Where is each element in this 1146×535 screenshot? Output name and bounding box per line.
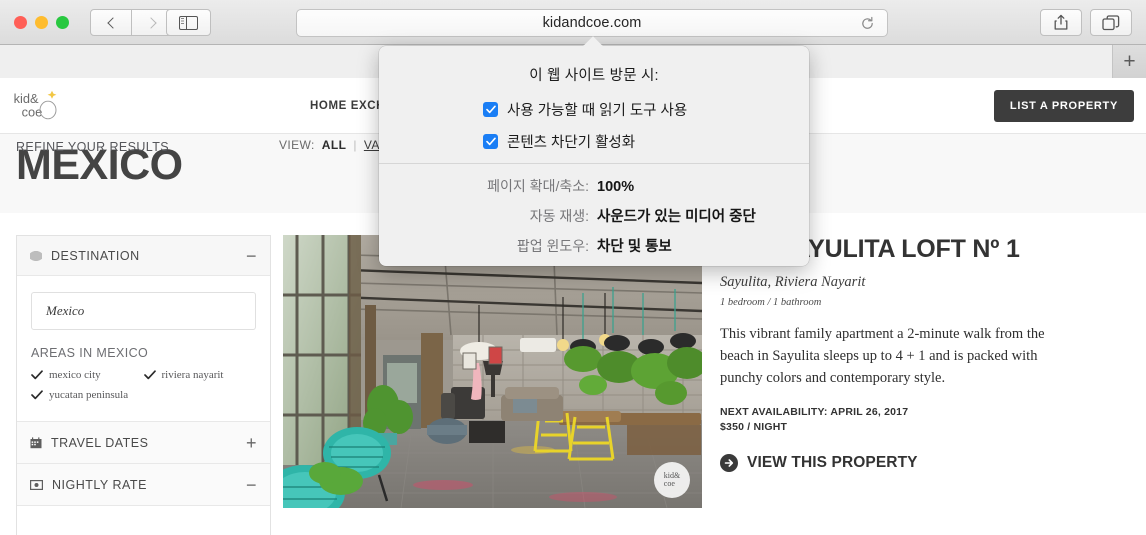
maximize-window-button[interactable] — [56, 16, 69, 29]
chevron-right-icon — [145, 16, 157, 29]
kidandcoe-logo[interactable]: kid& coe — [12, 87, 68, 125]
areas-checkbox-group: mexico city riviera nayarit yucatan peni… — [31, 369, 256, 409]
popover-checkbox-content-blockers[interactable]: 콘텐츠 차단기 활성화 — [483, 131, 809, 152]
address-bar[interactable]: kidandcoe.com — [296, 9, 888, 37]
calendar-icon — [30, 436, 42, 449]
area-label: riviera nayarit — [161, 369, 224, 381]
navigation-buttons — [90, 9, 174, 36]
areas-label: AREAS IN MEXICO — [31, 346, 149, 360]
popover-checkbox-reader[interactable]: 사용 가능할 때 읽기 도구 사용 — [483, 99, 809, 120]
check-icon — [31, 370, 43, 380]
popover-arrow — [582, 36, 606, 47]
filters-panel: DESTINATION − Mexico AREAS IN MEXICO mex… — [16, 235, 271, 535]
loft-interior-photo — [283, 235, 702, 508]
popover-checkbox-label: 사용 가능할 때 읽기 도구 사용 — [507, 103, 688, 119]
area-label: mexico city — [49, 369, 101, 381]
share-button[interactable] — [1040, 9, 1082, 36]
listing-rooms: 1 bedroom / 1 bathroom — [720, 297, 822, 308]
share-icon — [1054, 14, 1068, 30]
show-tabs-button[interactable] — [1090, 9, 1132, 36]
destination-search-input[interactable]: Mexico — [31, 292, 256, 330]
setting-label: 자동 재생: — [529, 208, 589, 224]
view-separator: | — [353, 138, 357, 152]
back-button[interactable] — [90, 9, 132, 36]
filter-title-nightly-rate: NIGHTLY RATE — [52, 477, 147, 492]
view-label: VIEW: — [279, 138, 315, 152]
sidebar-icon — [179, 15, 198, 30]
show-tabs-icon — [1102, 14, 1120, 30]
filter-body-destination: Mexico AREAS IN MEXICO mexico city rivie… — [17, 276, 270, 421]
popover-checkbox-label: 콘텐츠 차단기 활성화 — [507, 135, 636, 151]
photo-watermark-badge: kid& coe — [654, 462, 690, 498]
filter-title-travel-dates: TRAVEL DATES — [51, 435, 149, 450]
globe-icon — [30, 250, 42, 262]
arrow-right-circle-icon — [720, 453, 738, 472]
area-checkbox-riviera-nayarit[interactable]: riviera nayarit — [143, 369, 257, 381]
checkbox-checked-icon — [483, 134, 498, 149]
filter-header-destination[interactable]: DESTINATION − — [17, 236, 270, 276]
listing-availability-price: NEXT AVAILABILITY: APRIL 26, 2017 $350 /… — [720, 405, 1120, 435]
check-icon — [143, 370, 156, 380]
toolbar-right-buttons — [1040, 9, 1132, 36]
chevron-left-icon — [106, 16, 119, 29]
setting-value[interactable]: 사운드가 있는 미디어 중단 — [597, 205, 756, 226]
view-this-property-label: VIEW THIS PROPERTY — [747, 453, 918, 471]
svg-text:kid&: kid& — [14, 91, 39, 106]
listing-availability: NEXT AVAILABILITY: APRIL 26, 2017 — [720, 406, 909, 419]
website-settings-popover: 이 웹 사이트 방문 시: 사용 가능할 때 읽기 도구 사용 콘텐츠 차단기 … — [379, 46, 809, 266]
filter-header-travel-dates[interactable]: TRAVEL DATES + — [17, 421, 270, 463]
area-checkbox-mexico-city[interactable]: mexico city — [31, 369, 144, 381]
browser-toolbar: kidandcoe.com — [0, 0, 1146, 45]
popover-setting-auto-play[interactable]: 자동 재생: 사운드가 있는 미디어 중단 — [379, 205, 809, 226]
svg-text:coe: coe — [22, 104, 43, 119]
listing-description: This vibrant family apartment a 2-minute… — [720, 326, 1045, 387]
close-window-button[interactable] — [14, 16, 27, 29]
new-tab-button[interactable]: + — [1113, 45, 1146, 78]
refine-results-label: REFINE YOUR RESULTS — [16, 140, 169, 154]
setting-label: 팝업 윈도우: — [516, 238, 589, 254]
checkbox-checked-icon — [483, 102, 498, 117]
listing-location: Sayulita, Riviera Nayarit — [720, 274, 866, 290]
listing-price: $350 / NIGHT — [720, 421, 788, 434]
sidebar-toggle-button[interactable] — [166, 9, 211, 36]
url-text: kidandcoe.com — [542, 15, 642, 31]
safari-window: kidandcoe.com + kid& coe HOME EXCHANGE L… — [0, 0, 1146, 535]
filter-body-nightly-rate — [17, 505, 270, 535]
listing-photo[interactable]: kid& coe — [283, 235, 702, 508]
money-icon — [30, 479, 43, 490]
check-icon — [31, 390, 43, 400]
listing-info: THE SAYULITA LOFT Nº 1 Sayulita, Riviera… — [720, 235, 1120, 472]
view-option-all[interactable]: ALL — [322, 138, 347, 152]
setting-label: 페이지 확대/축소: — [487, 178, 589, 194]
filter-title-destination: DESTINATION — [51, 248, 140, 263]
list-a-property-button[interactable]: LIST A PROPERTY — [993, 90, 1134, 122]
minimize-window-button[interactable] — [35, 16, 48, 29]
popover-checkbox-group: 사용 가능할 때 읽기 도구 사용 콘텐츠 차단기 활성화 — [379, 85, 809, 152]
setting-value[interactable]: 차단 및 통보 — [597, 235, 672, 256]
popover-title: 이 웹 사이트 방문 시: — [529, 68, 659, 84]
setting-value[interactable]: 100% — [597, 179, 634, 195]
popover-setting-pop-up-windows[interactable]: 팝업 윈도우: 차단 및 통보 — [379, 235, 809, 256]
filter-toggle-destination[interactable]: − — [246, 247, 257, 265]
area-label: yucatan peninsula — [49, 389, 129, 401]
filter-toggle-travel-dates[interactable]: + — [246, 434, 257, 452]
popover-setting-page-zoom[interactable]: 페이지 확대/축소: 100% — [379, 176, 809, 196]
filter-toggle-nightly-rate[interactable]: − — [246, 476, 257, 494]
area-checkbox-yucatan-peninsula[interactable]: yucatan peninsula — [31, 389, 144, 401]
window-controls — [14, 16, 69, 29]
view-this-property-link[interactable]: VIEW THIS PROPERTY — [720, 453, 1120, 472]
filter-header-nightly-rate[interactable]: NIGHTLY RATE − — [17, 463, 270, 505]
popover-settings-list: 페이지 확대/축소: 100% 자동 재생: 사운드가 있는 미디어 중단 팝업… — [379, 164, 809, 256]
badge-line2: coe — [663, 479, 675, 488]
reload-icon[interactable] — [860, 16, 875, 31]
